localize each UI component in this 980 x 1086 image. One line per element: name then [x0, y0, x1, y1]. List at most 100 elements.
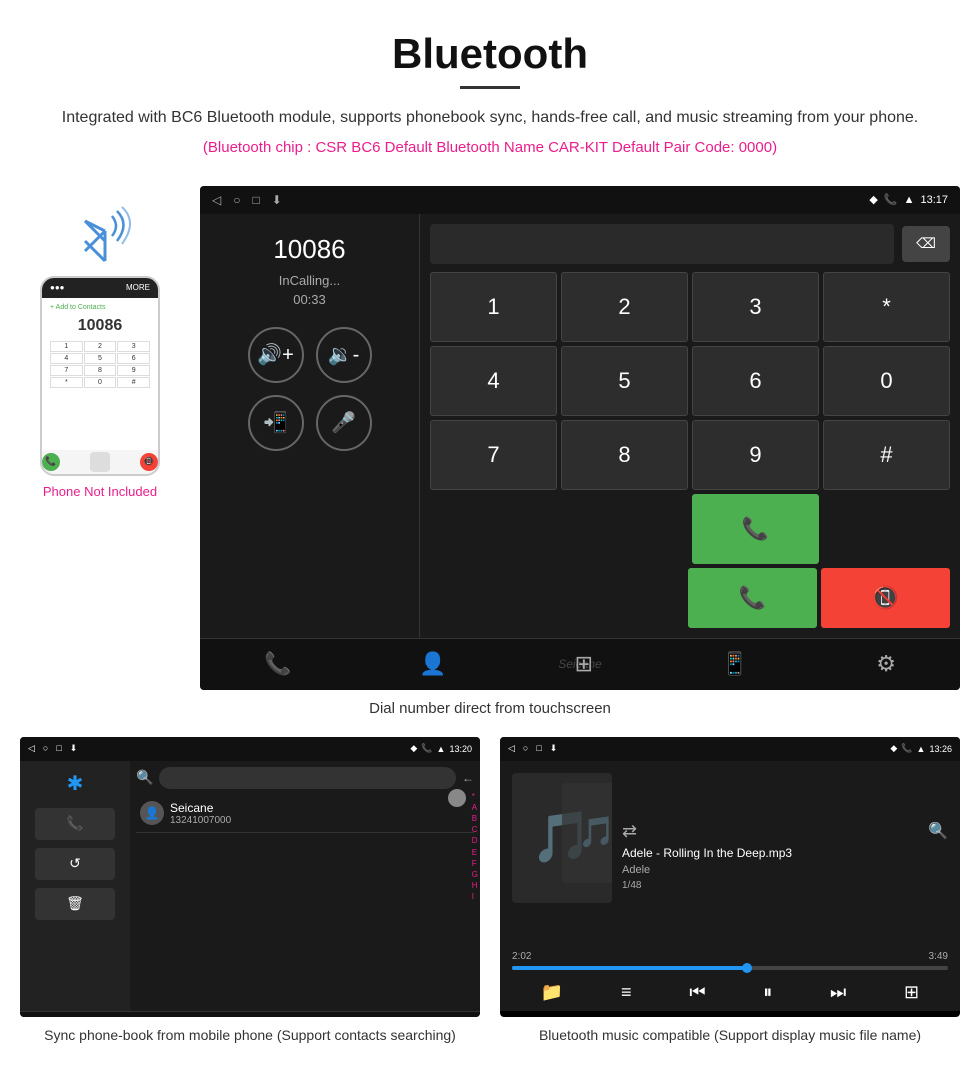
pb-delete-button[interactable]: 🗑 — [35, 888, 115, 920]
phonebook-caption-text: Sync phone-book from mobile phone (Suppo… — [44, 1027, 456, 1043]
volume-up-button[interactable]: 🔊+ — [248, 327, 304, 383]
pb-call-icon: 📞 — [421, 743, 432, 754]
pb-back-icon: ← — [462, 771, 474, 785]
list-icon[interactable]: ≡ — [621, 982, 632, 1003]
phone-status-bar: ●●● MORE — [42, 278, 158, 298]
music-album-sub: 🎵 — [562, 783, 612, 883]
music-dl-nav: ⬇ — [550, 743, 558, 754]
microphone-button[interactable]: 🎤 — [316, 395, 372, 451]
call-controls: 🔊+ 🔉- 📲 🎤 — [248, 327, 372, 451]
description: Integrated with BC6 Bluetooth module, su… — [20, 105, 960, 131]
music-screen-wrap: ◁ ○ □ ⬇ ◆ 📞 ▲ 13:26 🎵 🎵 — [500, 737, 960, 1046]
pb-sync-button[interactable]: ↺ — [35, 848, 115, 880]
nav-call-icon[interactable]: 📞 — [264, 651, 291, 677]
pb-contact-list: 🔍 ← 👤 Seicane 13241007000 — [130, 761, 480, 1011]
pb-time: 13:20 — [449, 744, 472, 754]
music-controls: 📁 ≡ ⏮ ⏸ ⏭ ⊞ — [500, 976, 960, 1011]
volume-down-button[interactable]: 🔉- — [316, 327, 372, 383]
music-album-area: 🎵 🎵 ⇄ 🔍 Adele - Rolling In the Deep.mp3 … — [500, 761, 960, 951]
key-6[interactable]: 6 — [692, 346, 819, 416]
key-7[interactable]: 7 — [430, 420, 557, 490]
nav-contacts-icon[interactable]: 👤 — [419, 651, 446, 677]
call-button[interactable]: 📞 — [692, 494, 819, 564]
key-8[interactable]: 8 — [561, 420, 688, 490]
phone-call-button: 📞 — [42, 453, 60, 471]
pb-call-button[interactable]: 📞 — [35, 808, 115, 840]
pb-alphabet-index: *ABC DEFG HI — [472, 791, 478, 903]
nav-phone-icon[interactable]: 📱 — [721, 651, 748, 677]
phonebook-main-area: ✱ 📞 ↺ 🗑 🔍 ← 👤 S — [20, 761, 480, 1011]
specs-line: (Bluetooth chip : CSR BC6 Default Blueto… — [20, 139, 960, 156]
call-accept-button[interactable]: 📞 — [688, 568, 817, 628]
pb-back-nav: ◁ — [28, 743, 35, 754]
shuffle-icon[interactable]: ⇄ — [622, 821, 637, 842]
wifi-icon: ▲ — [904, 194, 915, 206]
pb-search-row: 🔍 ← — [136, 767, 474, 789]
progress-bar[interactable] — [512, 966, 948, 970]
main-caption: Dial number direct from touchscreen — [0, 700, 980, 717]
music-back-nav: ◁ — [508, 743, 515, 754]
music-location-icon: ◆ — [890, 743, 897, 754]
phone-not-included-label: Phone Not Included — [43, 484, 157, 499]
play-pause-button[interactable]: ⏸ — [763, 982, 772, 1003]
phone-screen: + Add to Contacts 10086 123 456 789 *0# — [42, 298, 158, 450]
pb-signal-icon: ▲ — [437, 744, 446, 754]
key-star[interactable]: * — [823, 272, 950, 342]
main-content: ●●● MORE + Add to Contacts 10086 123 456… — [0, 186, 980, 690]
music-artist: Adele — [622, 864, 948, 876]
dial-screen: 10086 InCalling... 00:33 🔊+ 🔉- 📲 🎤 ⌫ 1 — [200, 214, 960, 638]
music-home-nav: ○ — [523, 743, 528, 754]
status-bar-main: ◁ ○ □ ⬇ ◆ 📞 ▲ 13:17 — [200, 186, 960, 214]
bluetooth-icon: ✱ — [67, 771, 84, 796]
key-5[interactable]: 5 — [561, 346, 688, 416]
page-header: Bluetooth Integrated with BC6 Bluetooth … — [0, 0, 980, 186]
phone-numpad: 123 456 789 *0# — [46, 339, 154, 390]
phone-bottom-controls: 📞 📵 — [42, 450, 158, 474]
call-timer: 00:33 — [293, 292, 326, 307]
music-current-time: 2:02 — [512, 951, 531, 962]
music-info: ⇄ 🔍 Adele - Rolling In the Deep.mp3 Adel… — [622, 773, 948, 939]
key-1[interactable]: 1 — [430, 272, 557, 342]
time-display: 13:17 — [920, 194, 948, 206]
music-times: 2:02 3:49 — [512, 951, 948, 962]
bottom-screenshots-row: ◁ ○ □ ⬇ ◆ 📞 ▲ 13:20 ✱ 📞 ↺ 🗑 — [0, 737, 980, 1046]
numpad-display: ⌫ — [430, 224, 950, 264]
back-icon: ◁ — [212, 193, 221, 207]
home-icon: ○ — [233, 193, 240, 207]
recents-icon: □ — [252, 193, 259, 207]
call-end-button[interactable]: 📵 — [821, 568, 950, 628]
call-status-icon: 📞 — [884, 193, 898, 206]
music-status-bar: ◁ ○ □ ⬇ ◆ 📞 ▲ 13:26 — [500, 737, 960, 761]
key-0[interactable]: 0 — [823, 346, 950, 416]
nav-settings-icon[interactable]: ⚙ — [876, 651, 896, 677]
page-title: Bluetooth — [20, 30, 960, 78]
phonebook-screen: ◁ ○ □ ⬇ ◆ 📞 ▲ 13:20 ✱ 📞 ↺ 🗑 — [20, 737, 480, 1017]
music-caption-text: Bluetooth music compatible (Support disp… — [539, 1027, 921, 1043]
contact-name: Seicane — [170, 801, 231, 815]
progress-fill — [512, 966, 747, 970]
key-2[interactable]: 2 — [561, 272, 688, 342]
numpad-input-field[interactable] — [430, 224, 894, 264]
pb-contact-item: 👤 Seicane 13241007000 — [136, 795, 474, 833]
pb-search-input[interactable] — [159, 767, 456, 789]
key-4[interactable]: 4 — [430, 346, 557, 416]
key-9[interactable]: 9 — [692, 420, 819, 490]
music-search-icon[interactable]: 🔍 — [928, 821, 948, 841]
key-3[interactable]: 3 — [692, 272, 819, 342]
music-main-area: 🎵 🎵 ⇄ 🔍 Adele - Rolling In the Deep.mp3 … — [500, 761, 960, 1011]
folder-icon[interactable]: 📁 — [541, 982, 563, 1003]
next-button[interactable]: ⏭ — [830, 982, 846, 1003]
key-hash[interactable]: # — [823, 420, 950, 490]
nav-buttons: ◁ ○ □ ⬇ — [212, 193, 282, 207]
prev-button[interactable]: ⏮ — [689, 982, 705, 1003]
transfer-button[interactable]: 📲 — [248, 395, 304, 451]
delete-button[interactable]: ⌫ — [902, 226, 950, 262]
pb-bottom-nav: 📞 👤 ⊞ 📱 ⚙ — [20, 1011, 480, 1017]
music-time: 13:26 — [929, 744, 952, 754]
music-total-time: 3:49 — [929, 951, 948, 962]
phonebook-caption: Sync phone-book from mobile phone (Suppo… — [20, 1025, 480, 1046]
pb-home-nav: ○ — [43, 743, 48, 754]
music-square-nav: □ — [536, 743, 541, 754]
pb-square-nav: □ — [56, 743, 61, 754]
eq-icon[interactable]: ⊞ — [904, 982, 919, 1003]
